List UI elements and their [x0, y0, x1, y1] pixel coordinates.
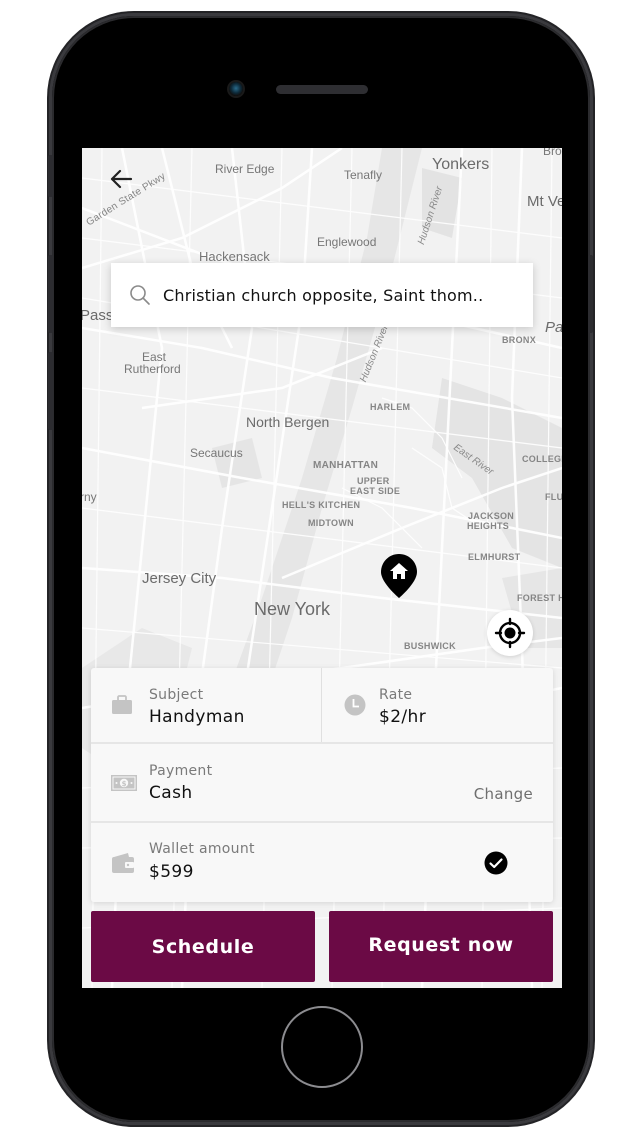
map-label: JACKSON	[468, 511, 515, 521]
booking-details-card: Subject Handyman Rate $2/hr $ Payment Ca…	[91, 668, 553, 902]
subject-value: Handyman	[149, 707, 245, 727]
wallet-field[interactable]: Wallet amount $599	[91, 823, 553, 902]
map-label: Jersey City	[142, 570, 217, 587]
subject-field[interactable]: Subject Handyman	[91, 668, 322, 742]
volume-up-button	[48, 255, 53, 333]
subject-label: Subject	[149, 687, 204, 703]
map-label: Bro	[543, 148, 562, 158]
search-value: Christian church opposite, Saint thom..	[163, 285, 484, 305]
app-screen: River Edge Tenafly Yonkers Mt Ve Bro Gar…	[82, 148, 562, 988]
payment-row: $ Payment Cash Change	[91, 744, 553, 823]
wallet-icon	[112, 852, 134, 873]
map-label: FLU	[545, 492, 562, 502]
map-label: FOREST H	[517, 593, 562, 603]
back-button[interactable]	[106, 166, 136, 192]
map-label: EAST SIDE	[350, 486, 401, 496]
crosshair-icon	[494, 617, 526, 649]
check-circle-icon[interactable]	[484, 851, 508, 875]
map-label: River Edge	[215, 162, 275, 176]
map-label: Secaucus	[190, 446, 243, 460]
map-label: HARLEM	[370, 402, 411, 412]
map-label: Yonkers	[432, 156, 490, 173]
earpiece-speaker	[276, 85, 368, 94]
map-label: Englewood	[317, 235, 377, 249]
map-label: MIDTOWN	[308, 518, 354, 528]
map-label: HEIGHTS	[467, 521, 510, 531]
search-input[interactable]: Christian church opposite, Saint thom..	[111, 263, 533, 327]
map-label: Hackensack	[199, 249, 270, 264]
map-label: North Bergen	[246, 414, 330, 430]
wallet-row: Wallet amount $599	[91, 823, 553, 902]
map-label: BRONX	[502, 335, 537, 345]
payment-field: $ Payment Cash Change	[91, 744, 553, 821]
mute-switch	[48, 155, 53, 197]
volume-down-button	[48, 352, 53, 430]
wallet-label: Wallet amount	[149, 841, 255, 857]
power-button	[588, 255, 593, 333]
map-label: BUSHWICK	[404, 641, 456, 651]
wallet-value: $599	[149, 862, 194, 882]
map-label: rny	[82, 490, 97, 504]
map-label: New York	[254, 599, 331, 619]
map-label: Pass	[82, 307, 114, 324]
change-payment-button[interactable]: Change	[474, 785, 533, 803]
map-label: Rutherford	[124, 362, 181, 376]
front-camera	[229, 82, 243, 96]
clock-icon	[344, 694, 366, 716]
map-label: Mt Ve	[527, 193, 562, 210]
svg-text:$: $	[122, 779, 127, 787]
arrow-left-icon	[110, 169, 133, 189]
schedule-button[interactable]: Schedule	[91, 911, 315, 982]
cash-icon: $	[111, 774, 137, 791]
request-now-button[interactable]: Request now	[329, 911, 553, 982]
map-label: HELL'S KITCHEN	[282, 500, 361, 510]
map-label: MANHATTAN	[313, 460, 379, 471]
home-pin-icon[interactable]	[380, 553, 418, 601]
search-icon	[130, 285, 150, 305]
rate-field: Rate $2/hr	[322, 668, 553, 742]
payment-label: Payment	[149, 763, 213, 779]
rate-label: Rate	[379, 687, 413, 703]
map-label: ELMHURST	[468, 552, 521, 562]
subject-rate-row: Subject Handyman Rate $2/hr	[91, 668, 553, 744]
briefcase-icon	[112, 695, 132, 714]
payment-value: Cash	[149, 783, 193, 803]
my-location-button[interactable]	[487, 610, 533, 656]
home-button[interactable]	[281, 1006, 363, 1088]
map-label: Tenafly	[344, 168, 383, 182]
map-label: COLLEGE	[522, 454, 562, 464]
map-label: UPPER	[357, 476, 390, 486]
map-label: Pa	[545, 319, 562, 336]
rate-value: $2/hr	[379, 707, 427, 727]
